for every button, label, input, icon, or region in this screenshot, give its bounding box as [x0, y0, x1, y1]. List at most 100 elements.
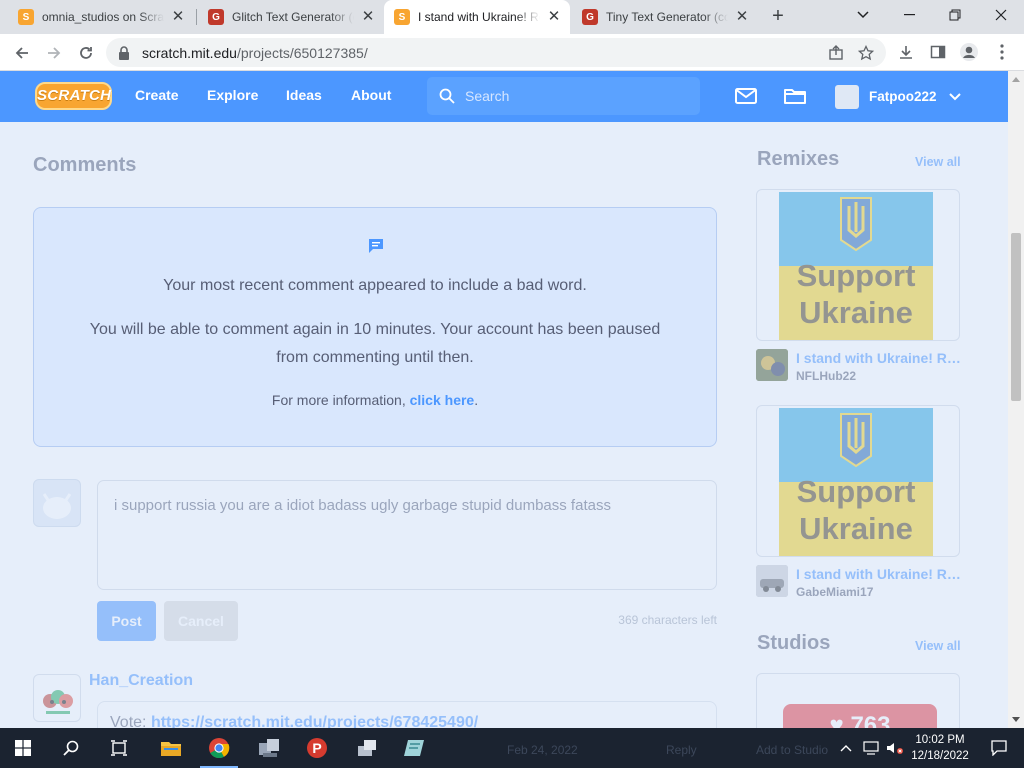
clock-time: 10:02 PM: [915, 734, 965, 746]
search-input[interactable]: Search: [427, 77, 700, 115]
network-app-icon[interactable]: [246, 728, 292, 768]
ukraine-flag-image: Support Ukraine: [779, 192, 933, 340]
notes-app-icon[interactable]: [392, 728, 438, 768]
characters-left-counter: 369 characters left: [618, 613, 717, 627]
avatar[interactable]: [33, 674, 81, 722]
download-icon[interactable]: [896, 42, 916, 62]
close-icon[interactable]: ✕: [546, 9, 562, 25]
search-icon[interactable]: [48, 728, 94, 768]
share-icon[interactable]: [828, 44, 844, 61]
chevron-up-icon[interactable]: [840, 744, 852, 752]
click-here-link[interactable]: click here: [410, 392, 475, 408]
scroll-down-arrow-icon[interactable]: [1012, 717, 1020, 722]
remix-author-link[interactable]: NFLHub22: [796, 369, 856, 383]
browser-tab-4[interactable]: G Tiny Text Generator (copy and paste) ✕: [572, 0, 758, 34]
thumbnail-text: Ukraine: [799, 295, 913, 330]
psiphon-p-icon[interactable]: P: [294, 728, 340, 768]
back-arrow-icon[interactable]: [10, 41, 34, 65]
svg-text:P: P: [312, 740, 321, 756]
url-host: scratch.mit.edu: [142, 44, 237, 61]
heart-icon: ♥: [829, 712, 844, 728]
studio-image: ♥ 763: [783, 704, 937, 728]
scratch-navbar: SCRATCH Create Explore Ideas About Searc…: [0, 71, 1008, 122]
chrome-icon[interactable]: [196, 728, 242, 768]
remix-thumbnail[interactable]: Support Ukraine: [756, 405, 960, 557]
nav-explore[interactable]: Explore: [207, 71, 258, 122]
close-icon[interactable]: ✕: [170, 9, 186, 25]
tab-title: I stand with Ukraine! Remix: [418, 10, 540, 24]
tab-search-chevron-icon[interactable]: [840, 0, 886, 30]
volume-muted-icon[interactable]: [886, 741, 904, 755]
browser-tab-1[interactable]: S omnia_studios on Scratch ✕: [8, 0, 194, 34]
post-button[interactable]: Post: [97, 601, 156, 641]
task-view-icon[interactable]: [96, 728, 142, 768]
search-icon: [439, 88, 455, 104]
comment-bubble-icon: [369, 239, 383, 253]
side-panel-icon[interactable]: [928, 42, 948, 62]
studios-view-all-link[interactable]: View all: [915, 639, 961, 653]
remix-thumbnail[interactable]: Support Ukraine: [756, 189, 960, 341]
tab-title: omnia_studios on Scratch: [42, 10, 164, 24]
scratch-logo[interactable]: SCRATCH: [35, 82, 112, 110]
minimize-button[interactable]: [886, 0, 932, 30]
kebab-menu-icon[interactable]: [992, 42, 1012, 62]
messages-envelope-icon[interactable]: [734, 84, 758, 108]
my-stuff-folder-icon[interactable]: [783, 84, 807, 108]
remix-author-link[interactable]: GabeMiami17: [796, 585, 873, 599]
nav-ideas[interactable]: Ideas: [286, 71, 322, 122]
profile-icon[interactable]: [959, 42, 979, 62]
nav-about[interactable]: About: [351, 71, 391, 122]
avatar[interactable]: [756, 565, 788, 597]
close-icon[interactable]: ✕: [360, 9, 376, 25]
file-explorer-icon[interactable]: [148, 728, 194, 768]
scroll-up-arrow-icon[interactable]: [1012, 77, 1020, 82]
studio-thumbnail[interactable]: ♥ 763: [756, 673, 960, 728]
browser-tab-3-active[interactable]: S I stand with Ukraine! Remix ✕: [384, 0, 570, 34]
browser-tab-strip: S omnia_studios on Scratch ✕ G Glitch Te…: [0, 0, 1024, 34]
page-viewport: SCRATCH Create Explore Ideas About Searc…: [0, 71, 1008, 728]
utility-app-icon[interactable]: [344, 728, 390, 768]
new-tab-button[interactable]: +: [767, 6, 789, 28]
close-icon[interactable]: ✕: [734, 9, 750, 25]
more-info-suffix: .: [474, 392, 479, 408]
browser-tab-2[interactable]: G Glitch Text Generator (copy and paste)…: [198, 0, 384, 34]
avatar: [33, 479, 81, 527]
scratch-cat-icon: S: [18, 9, 34, 25]
page-scrollbar[interactable]: [1008, 71, 1024, 728]
remixes-heading: Remixes: [757, 148, 840, 170]
thumbnail-text: Support: [797, 474, 916, 509]
bookmark-star-icon[interactable]: [858, 44, 874, 61]
windows-start-icon[interactable]: [0, 728, 46, 768]
ghost-reply-text: Reply: [666, 743, 697, 757]
cancel-button[interactable]: Cancel: [164, 601, 238, 641]
system-tray: [840, 728, 904, 768]
remix-title-link[interactable]: I stand with Ukraine! Remix: [796, 566, 962, 582]
comment-author-link[interactable]: Han_Creation: [89, 672, 193, 690]
avatar[interactable]: [756, 349, 788, 381]
address-bar[interactable]: scratch.mit.edu/projects/650127385/: [106, 38, 886, 67]
reload-icon[interactable]: [74, 41, 98, 65]
glitch-icon: G: [208, 9, 224, 25]
remix-title-link[interactable]: I stand with Ukraine! Remix: [796, 350, 962, 366]
comment-text: Vote:: [110, 714, 147, 728]
network-icon[interactable]: [862, 741, 880, 755]
notification-icon[interactable]: [976, 728, 1022, 768]
restore-button[interactable]: [932, 0, 978, 30]
system-clock[interactable]: 10:02 PM 12/18/2022: [905, 732, 975, 764]
mute-more-info: For more information, click here.: [34, 392, 716, 408]
remixes-view-all-link[interactable]: View all: [915, 155, 961, 169]
forward-arrow-icon[interactable]: [42, 41, 66, 65]
windows-taskbar: P Feb 24, 2022 Reply Add to Studio 10:02…: [0, 728, 1024, 768]
comment-mute-modal: Your most recent comment appeared to inc…: [33, 207, 717, 447]
lock-icon: [119, 45, 129, 60]
thumbnail-text: Support: [797, 258, 916, 293]
scrollbar-thumb[interactable]: [1011, 233, 1021, 401]
mute-message-line: from commenting until then.: [276, 349, 474, 366]
comment-textarea[interactable]: i support russia you are a idiot badass …: [97, 480, 717, 590]
comment-link[interactable]: https://scratch.mit.edu/projects/6784254…: [151, 714, 478, 728]
ghost-add-studio-text: Add to Studio: [756, 743, 829, 757]
window-close-button[interactable]: [978, 0, 1024, 30]
nav-create[interactable]: Create: [135, 71, 179, 122]
ghost-date-text: Feb 24, 2022: [507, 743, 578, 757]
user-menu[interactable]: Fatpoo222: [835, 71, 961, 122]
